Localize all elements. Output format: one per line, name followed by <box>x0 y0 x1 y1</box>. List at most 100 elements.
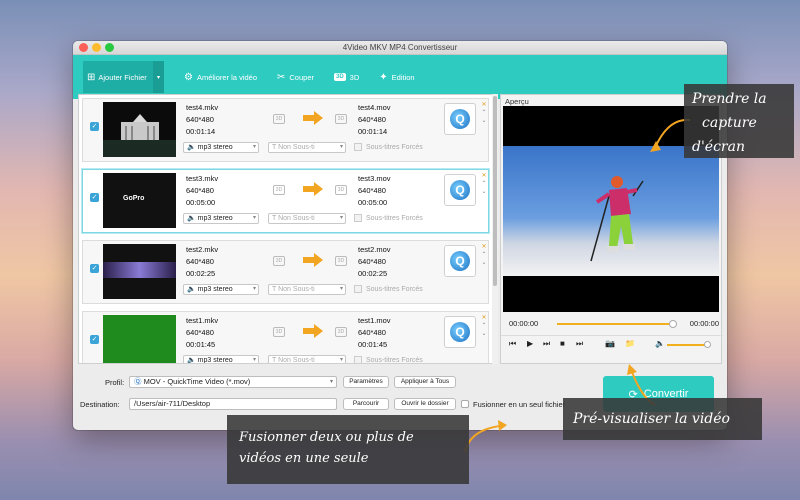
forced-subtitles-checkbox[interactable] <box>354 285 362 293</box>
file-row[interactable]: ✓ test4.mkv 640*480 00:01:14 3D 3D test4… <box>82 98 489 162</box>
input-duration: 00:02:25 <box>186 269 216 278</box>
input-dimensions: 640*480 <box>186 257 214 266</box>
browse-button[interactable]: Parcourir <box>343 398 389 410</box>
minimize-window-button[interactable] <box>92 43 101 52</box>
convert-arrow-icon <box>303 253 323 267</box>
destination-input[interactable]: /Users/air-711/Desktop <box>129 398 337 410</box>
row-checkbox[interactable]: ✓ <box>90 193 99 202</box>
3d-icon: 3D <box>334 73 346 81</box>
row-checkbox[interactable]: ✓ <box>90 264 99 273</box>
toolbar: ⊞ Ajouter Fichier ▾ ⚙ Améliorer la vidéo… <box>73 55 727 99</box>
subtitle-select[interactable]: T Non Sous-ti ▾ <box>268 142 346 153</box>
remove-icon[interactable]: ✕ <box>480 101 488 109</box>
move-down-icon[interactable]: ⌄ <box>480 117 488 125</box>
add-file-button[interactable]: ⊞ Ajouter Fichier <box>83 61 153 93</box>
output-3d-badge: 3D <box>335 114 347 124</box>
output-3d-badge: 3D <box>335 256 347 266</box>
output-filename: test3.mov <box>358 174 391 183</box>
callout-capture-line1: Prendre la <box>692 91 767 107</box>
volume-icon[interactable]: 🔈 <box>655 339 665 348</box>
previous-icon[interactable]: ⏮ <box>509 339 516 349</box>
profile-select[interactable]: Ⓠ MOV - QuickTime Video (*.mov) ▾ <box>129 376 337 388</box>
remove-icon[interactable]: ✕ <box>480 172 488 180</box>
open-folder-button[interactable]: Ouvrir le dossier <box>394 398 456 410</box>
seek-knob[interactable] <box>669 320 678 328</box>
next-icon[interactable]: ⏭ <box>576 339 583 349</box>
scrollbar-thumb[interactable] <box>493 96 497 286</box>
output-filename: test4.mov <box>358 103 391 112</box>
3d-button[interactable]: 3D 3D <box>334 73 359 82</box>
fast-forward-icon[interactable]: ⏭ <box>543 339 550 349</box>
output-dimensions: 640*480 <box>358 115 386 124</box>
file-row[interactable]: ✓ test2.mkv 640*480 00:02:25 3D 3D test2… <box>82 240 489 304</box>
subtitle-select[interactable]: T Non Sous-ti ▾ <box>268 284 346 295</box>
output-duration: 00:01:14 <box>358 127 388 136</box>
remove-icon[interactable]: ✕ <box>480 314 488 322</box>
forced-subtitles-checkbox[interactable] <box>354 214 362 222</box>
skier-image <box>590 176 644 262</box>
output-filename: test1.mov <box>358 316 391 325</box>
enhance-label: Améliorer la vidéo <box>196 72 257 82</box>
audio-track-select[interactable]: 🔈 mp3 stereo ▾ <box>183 355 259 363</box>
volume-slider[interactable] <box>667 341 712 348</box>
gopro-logo: GoPro <box>123 195 145 202</box>
3d-label: 3D <box>349 72 360 82</box>
file-list-scrollbar[interactable] <box>492 94 498 364</box>
snapshot-icon[interactable]: 📷 <box>605 339 615 348</box>
input-filename: test1.mkv <box>186 316 219 325</box>
output-3d-badge: 3D <box>335 327 347 337</box>
audio-track-select[interactable]: 🔈 mp3 stereo ▾ <box>183 213 259 224</box>
row-checkbox[interactable]: ✓ <box>90 122 99 131</box>
subtitle-select[interactable]: T Non Sous-ti ▾ <box>268 213 346 224</box>
move-up-icon[interactable]: ⌃ <box>480 322 488 330</box>
output-format-button[interactable]: Q <box>444 245 476 277</box>
output-filename: test2.mov <box>358 245 391 254</box>
move-down-icon[interactable]: ⌄ <box>480 188 488 196</box>
apply-to-all-button[interactable]: Appliquer à Tous <box>394 376 456 388</box>
output-duration: 00:02:25 <box>358 269 388 278</box>
audio-track-select[interactable]: 🔈 mp3 stereo ▾ <box>183 142 259 153</box>
merge-label: Fusionner en un seul fichier <box>473 400 566 409</box>
input-3d-badge: 3D <box>273 327 285 337</box>
row-checkbox[interactable]: ✓ <box>90 335 99 344</box>
callout-capture-line2: capture <box>702 115 757 131</box>
input-filename: test2.mkv <box>186 245 219 254</box>
output-dimensions: 640*480 <box>358 186 386 195</box>
row-controls: ✕ ⌃ ⌄ <box>480 243 488 267</box>
total-time: 00:00:00 <box>689 319 719 328</box>
seek-slider[interactable] <box>557 320 678 328</box>
forced-subtitles-checkbox[interactable] <box>354 143 362 151</box>
subtitle-select[interactable]: T Non Sous-ti ▾ <box>268 355 346 363</box>
move-up-icon[interactable]: ⌃ <box>480 109 488 117</box>
close-window-button[interactable] <box>79 43 88 52</box>
parameters-button[interactable]: Paramètres <box>343 376 389 388</box>
file-list: ✓ test4.mkv 640*480 00:01:14 3D 3D test4… <box>78 94 498 364</box>
output-format-button[interactable]: Q <box>444 174 476 206</box>
cut-button[interactable]: ✂ Couper <box>277 72 314 83</box>
move-down-icon[interactable]: ⌄ <box>480 330 488 338</box>
volume-knob[interactable] <box>704 341 712 348</box>
add-file-icon: ⊞ <box>87 71 96 83</box>
output-format-button[interactable]: Q <box>444 316 476 348</box>
enhance-video-button[interactable]: ⚙ Améliorer la vidéo <box>184 72 257 83</box>
move-up-icon[interactable]: ⌃ <box>480 251 488 259</box>
playback-time-row: 00:00:00 00:00:00 <box>505 319 719 329</box>
add-file-label: Ajouter Fichier <box>98 72 147 82</box>
file-row[interactable]: ✓ GoPro test3.mkv 640*480 00:05:00 3D 3D… <box>82 169 489 233</box>
move-up-icon[interactable]: ⌃ <box>480 180 488 188</box>
file-row[interactable]: ✓ test1.mkv 640*480 00:01:45 3D 3D test1… <box>82 311 489 363</box>
edit-button[interactable]: ✦ Edition <box>379 72 414 83</box>
thumbnail-purple-band <box>103 262 176 278</box>
callout-merge-line1: Fusionner deux ou plus de <box>239 430 414 445</box>
stop-icon[interactable]: ■ <box>560 339 565 348</box>
audio-track-select[interactable]: 🔈 mp3 stereo ▾ <box>183 284 259 295</box>
move-down-icon[interactable]: ⌄ <box>480 259 488 267</box>
maximize-window-button[interactable] <box>105 43 114 52</box>
add-file-dropdown[interactable]: ▾ <box>153 61 164 93</box>
output-format-button[interactable]: Q <box>444 103 476 135</box>
forced-subtitles-checkbox[interactable] <box>354 356 362 363</box>
merge-checkbox[interactable] <box>461 400 469 408</box>
remove-icon[interactable]: ✕ <box>480 243 488 251</box>
play-icon[interactable]: ▶ <box>527 339 533 348</box>
open-snapshot-folder-icon[interactable]: 📁 <box>625 339 635 348</box>
